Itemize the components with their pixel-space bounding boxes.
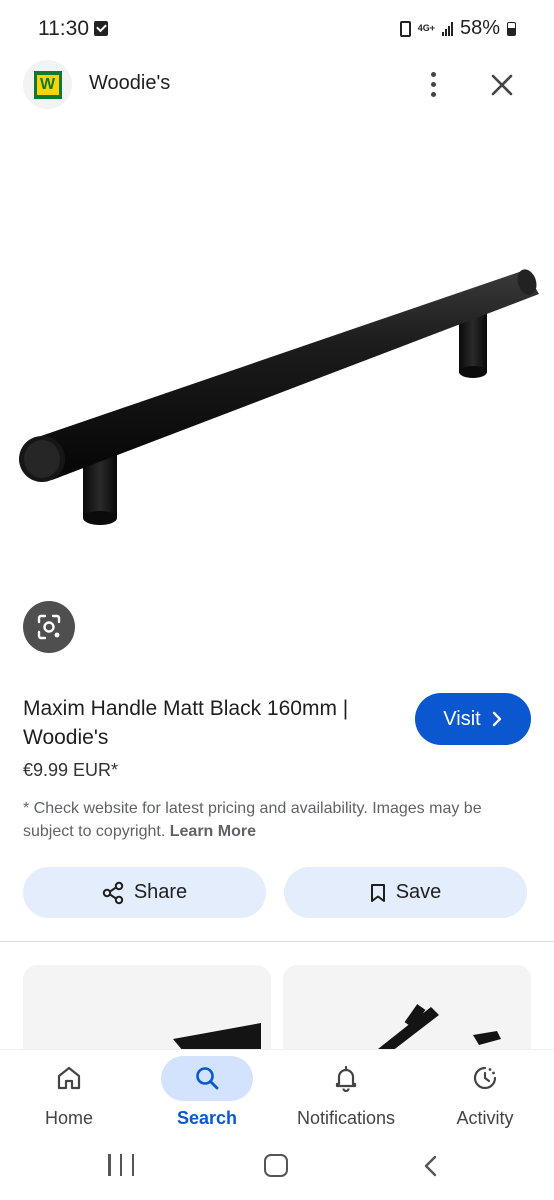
product-image[interactable] (0, 122, 554, 602)
logo-frame: W (33, 70, 62, 99)
lens-search-icon[interactable] (23, 601, 75, 653)
visit-button[interactable]: Visit (415, 693, 531, 745)
recents-icon[interactable] (108, 1154, 134, 1176)
nav-activity[interactable]: Activity (416, 1050, 554, 1142)
home-icon (55, 1064, 83, 1092)
battery-percent: 58% (459, 17, 500, 39)
nav-notifications[interactable]: Notifications (277, 1050, 415, 1142)
nav-search[interactable]: Search (138, 1050, 276, 1142)
visit-label: Visit (443, 707, 481, 730)
share-icon (102, 881, 124, 904)
app-bar: W Woodie's (0, 58, 554, 114)
learn-more-link[interactable]: Learn More (170, 823, 256, 840)
site-name[interactable]: Woodie's (89, 72, 170, 95)
status-icons: 4G+ 58% (399, 17, 516, 40)
battery-icon (507, 21, 516, 36)
more-options-icon[interactable] (418, 68, 448, 100)
pricing-disclaimer: * Check website for latest pricing and a… (23, 797, 533, 843)
notification-check-icon (94, 21, 108, 36)
bell-icon (332, 1064, 360, 1092)
nav-search-label: Search (176, 1108, 238, 1128)
signal-icon (441, 21, 453, 36)
product-title[interactable]: Maxim Handle Matt Black 160mm | Woodie's (23, 694, 403, 752)
product-price: €9.99 EUR* (23, 760, 119, 780)
close-icon[interactable] (485, 68, 519, 102)
activity-icon (471, 1064, 499, 1092)
nav-activity-label: Activity (456, 1108, 514, 1128)
system-nav-bar (0, 1141, 554, 1200)
logo-letter: W (36, 74, 59, 95)
save-label: Save (395, 881, 442, 903)
divider (0, 941, 554, 942)
nav-home-label: Home (44, 1108, 93, 1128)
save-button[interactable]: Save (284, 867, 527, 918)
nav-home[interactable]: Home (0, 1050, 138, 1142)
status-bar: 11:30 4G+ 58% (0, 0, 554, 58)
status-time: 11:30 (38, 17, 89, 40)
share-button[interactable]: Share (23, 867, 266, 918)
chevron-right-icon (492, 711, 501, 727)
nav-notifications-label: Notifications (296, 1108, 396, 1128)
back-icon[interactable] (420, 1155, 442, 1177)
site-logo[interactable]: W (23, 60, 72, 109)
search-icon (193, 1064, 221, 1092)
bottom-nav: Home Search Notifications Activity (0, 1049, 554, 1141)
bookmark-icon (370, 883, 385, 902)
network-type: 4G+ (417, 23, 435, 33)
share-label: Share (133, 881, 188, 903)
home-square-icon[interactable] (264, 1154, 288, 1177)
battery-saver-icon (399, 20, 411, 37)
